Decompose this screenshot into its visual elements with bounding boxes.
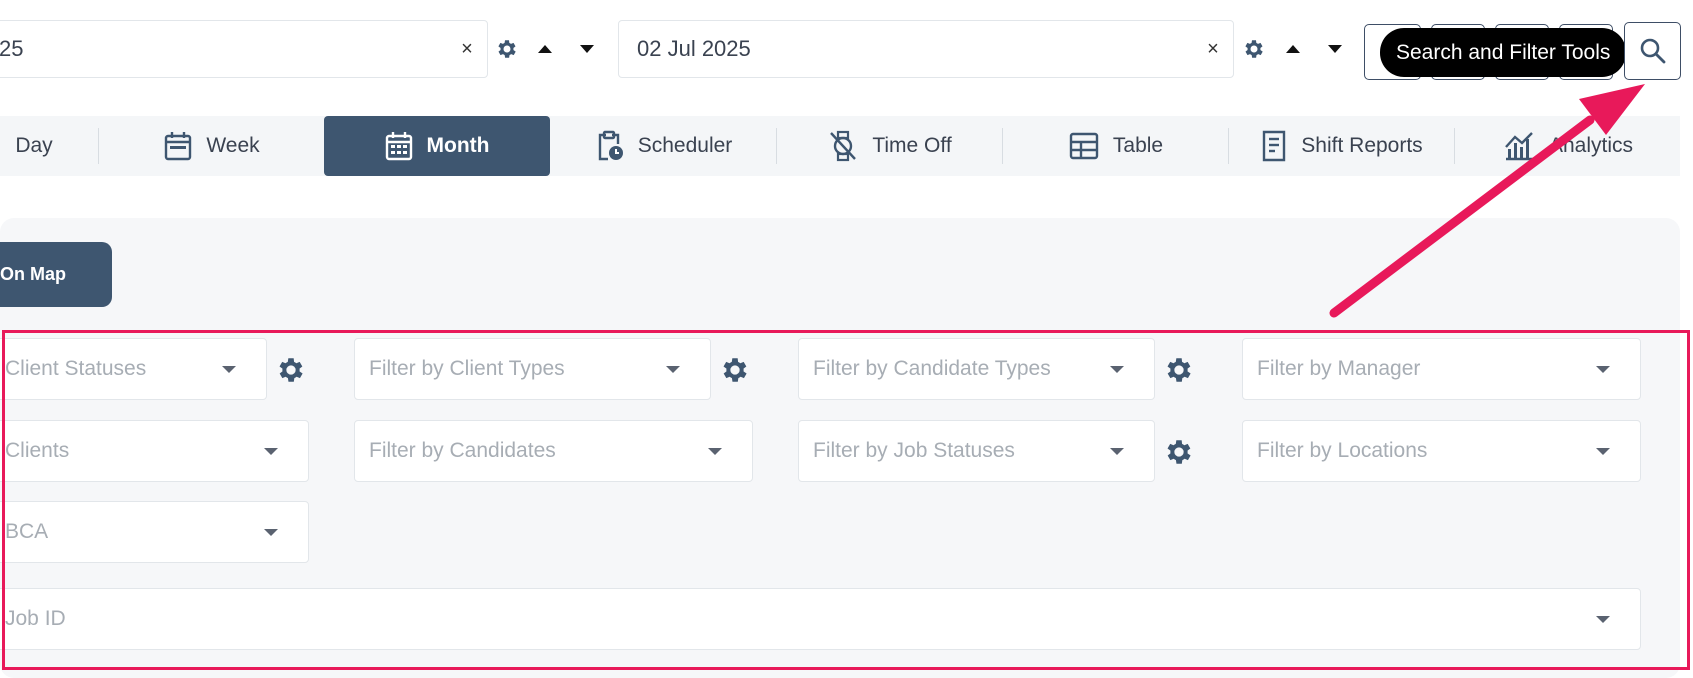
end-date-gear-icon[interactable]	[1239, 34, 1269, 64]
tab-label: Scheduler	[637, 134, 733, 157]
end-date-clear-button[interactable]: ×	[1193, 38, 1233, 61]
start-date-up-icon[interactable]	[534, 34, 556, 64]
tab-divider	[776, 128, 777, 164]
start-date-input[interactable]: 25 ×	[0, 20, 488, 78]
tab-label: Table	[1112, 134, 1164, 157]
table-icon	[1069, 132, 1099, 160]
tab-divider	[1002, 128, 1003, 164]
tab-divider	[1228, 128, 1229, 164]
tab-label: Time Off	[872, 134, 952, 157]
start-date-clear-button[interactable]: ×	[447, 38, 487, 61]
calendar-week-icon	[165, 132, 192, 161]
start-date-down-icon[interactable]	[576, 34, 598, 64]
annotation-highlight-box	[2, 330, 1690, 670]
end-date-value: 02 Jul 2025	[637, 36, 751, 61]
tab-label: Month	[426, 134, 490, 157]
tab-month[interactable]: Month	[324, 116, 550, 176]
on-map-button[interactable]: On Map	[0, 242, 112, 307]
tab-time-off[interactable]: Time Off	[778, 116, 1002, 176]
clipboard-clock-icon	[598, 130, 623, 161]
start-date-gear-icon[interactable]	[492, 34, 522, 64]
annotation-arrow	[1329, 84, 1645, 318]
tab-scheduler[interactable]: Scheduler	[550, 116, 776, 176]
tab-label: Week	[206, 134, 260, 157]
tab-label: Day	[15, 134, 53, 157]
calendar-month-icon	[385, 132, 412, 161]
tab-divider	[98, 128, 99, 164]
no-watch-icon	[830, 130, 857, 162]
start-date-value: 25	[0, 36, 24, 61]
report-icon	[1263, 130, 1286, 162]
tab-table[interactable]: Table	[1004, 116, 1228, 176]
tab-week[interactable]: Week	[100, 116, 324, 176]
tab-day[interactable]: Day	[0, 116, 98, 176]
end-date-input[interactable]: 02 Jul 2025 ×	[618, 20, 1234, 78]
